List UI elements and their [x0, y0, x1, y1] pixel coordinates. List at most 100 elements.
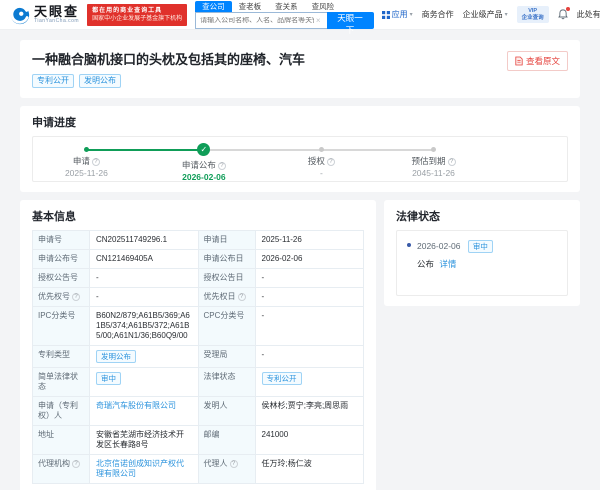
legal-status-detail-link[interactable]: 详情 [439, 259, 456, 269]
view-original-label: 查看原文 [526, 55, 560, 67]
field-value: - [256, 269, 364, 287]
search-area: 查公司 查老板 查关系 查风险 × 天眼一下 [195, 1, 374, 29]
progress-step-publication: ✓ 申请公布? 2026-02-06 [154, 137, 254, 182]
simple-legal-status-badge: 审中 [96, 372, 121, 385]
step-label: 申请 [73, 156, 90, 166]
promo-line2: 国家中小企业发展子基金旗下机构 [92, 15, 182, 23]
field-value: 2026-02-06 [256, 250, 364, 268]
view-original-button[interactable]: 查看原文 [507, 51, 568, 71]
user-menu[interactable]: 此处有... ▾ [577, 9, 600, 20]
info-icon[interactable]: ? [72, 460, 80, 468]
field-label-text: 代理人 [204, 459, 228, 468]
agency-link[interactable]: 北京信诺创成知识产权代理有限公司 [96, 459, 184, 478]
notification-bell[interactable] [558, 9, 568, 20]
search-input-wrap: × [195, 12, 326, 29]
search-tabs: 查公司 查老板 查关系 查风险 [195, 1, 374, 12]
nav-cooperation[interactable]: 商务合作 [422, 9, 454, 20]
field-label: 代理人? [199, 455, 256, 483]
nav-enterprise[interactable]: 企业级产品 ▾ [463, 9, 508, 20]
field-value: - [256, 288, 364, 306]
field-label: 优先权号? [33, 288, 90, 306]
clear-icon[interactable]: × [314, 16, 323, 25]
check-circle-icon: ✓ [197, 143, 210, 156]
info-icon[interactable]: ? [218, 162, 226, 170]
search-tab-risk[interactable]: 查风险 [305, 1, 342, 12]
field-value: 2025-11-26 [256, 231, 364, 249]
timeline-dot [84, 147, 89, 152]
step-date: 2045-11-26 [384, 168, 484, 178]
info-icon[interactable]: ? [327, 158, 335, 166]
applicant-link[interactable]: 奇瑞汽车股份有限公司 [96, 401, 176, 410]
info-icon[interactable]: ? [238, 293, 246, 301]
table-row: 申请公布号 CN121469405A 申请公布日 2026-02-06 [33, 250, 363, 269]
document-icon [515, 56, 523, 66]
basic-info-table: 申请号 CN202511749296.1 申请日 2025-11-26 申请公布… [32, 230, 364, 484]
field-value: 奇瑞汽车股份有限公司 [90, 397, 199, 425]
field-label: 申请（专利权）人 [33, 397, 90, 425]
tianyancha-logo[interactable]: 天眼查 TianYanCha.com [10, 5, 79, 25]
field-label: 专利类型 [33, 346, 90, 367]
field-value: - [90, 269, 199, 287]
notification-dot [566, 7, 570, 11]
step-label: 预估到期 [411, 156, 445, 166]
apps-grid-icon [382, 11, 390, 19]
field-label: IPC分类号 [33, 307, 90, 345]
field-value: 任万玲;杨仁波 [256, 455, 364, 483]
field-label: 受理局 [199, 346, 256, 367]
table-row: 申请（专利权）人 奇瑞汽车股份有限公司 发明人 侯林杉;贾宁;李亮;周思雨 [33, 397, 363, 426]
legal-status-date: 2026-02-06 [417, 241, 460, 251]
logo-subtext: TianYanCha.com [34, 19, 79, 24]
table-row: 代理机构? 北京信诺创成知识产权代理有限公司 代理人? 任万玲;杨仁波 [33, 455, 363, 484]
step-label: 授权 [308, 156, 325, 166]
header-nav: 应用 ▾ 商务合作 企业级产品 ▾ VIP 企业查询 此处有... ▾ [382, 6, 600, 23]
vip-badge[interactable]: VIP 企业查询 [517, 6, 549, 23]
field-value: - [256, 307, 364, 345]
nav-apps[interactable]: 应用 ▾ [382, 9, 413, 20]
patent-detail-page: 一种融合脑机接口的头枕及包括其的座椅、汽车 查看原文 专利公开 发明公布 申请进… [0, 30, 600, 490]
legal-status-tag: 审中 [468, 240, 493, 253]
step-date: - [271, 168, 371, 178]
field-value: 发明公布 [90, 346, 199, 367]
field-label-text: 代理机构 [38, 459, 70, 468]
field-label: 地址 [33, 426, 90, 454]
user-menu-label: 此处有... [577, 9, 600, 20]
table-row: 地址 安徽省芜湖市经济技术开发区长春路8号 邮编 241000 [33, 426, 363, 455]
field-label-text: 优先权日 [204, 292, 236, 301]
table-row: 授权公告号 - 授权公告日 - [33, 269, 363, 288]
table-row: IPC分类号 B60N2/879;A61B5/369;A61B5/374;A61… [33, 307, 363, 346]
field-label: 简单法律状态 [33, 368, 90, 396]
legal-status-action: 公布 [417, 259, 434, 269]
field-value: 侯林杉;贾宁;李亮;周思雨 [256, 397, 364, 425]
field-label: 申请公布号 [33, 250, 90, 268]
field-value: B60N2/879;A61B5/369;A61B5/374;A61B5/372;… [90, 307, 199, 345]
search-input[interactable] [200, 17, 314, 24]
section-title-basic-info: 基本信息 [32, 208, 364, 224]
search-tab-boss[interactable]: 查老板 [232, 1, 269, 12]
search-button[interactable]: 天眼一下 [327, 12, 374, 29]
field-value: - [90, 288, 199, 306]
section-title-legal-status: 法律状态 [396, 208, 568, 224]
nav-cooperation-label: 商务合作 [422, 9, 454, 20]
info-icon[interactable]: ? [92, 158, 100, 166]
patent-title-card: 一种融合脑机接口的头枕及包括其的座椅、汽车 查看原文 专利公开 发明公布 [20, 40, 580, 98]
promo-badge: 都在用的商业查询工具 国家中小企业发展子基金旗下机构 [87, 4, 187, 26]
nav-enterprise-label: 企业级产品 [463, 9, 503, 20]
legal-status-badge: 专利公开 [262, 372, 302, 385]
vip-badge-line2: 企业查询 [522, 15, 544, 22]
basic-info-section: 基本信息 申请号 CN202511749296.1 申请日 2025-11-26… [20, 200, 376, 490]
field-value: 安徽省芜湖市经济技术开发区长春路8号 [90, 426, 199, 454]
info-icon[interactable]: ? [448, 158, 456, 166]
search-tab-company[interactable]: 查公司 [195, 1, 232, 12]
field-label: 邮编 [199, 426, 256, 454]
timeline-dot [319, 147, 324, 152]
progress-step-apply: 申请? 2025-11-26 [36, 137, 136, 178]
info-icon[interactable]: ? [230, 460, 238, 468]
step-label: 申请公布 [182, 160, 216, 170]
info-icon[interactable]: ? [72, 293, 80, 301]
legal-status-entry: 2026-02-06 审中 公布 详情 [407, 240, 557, 270]
bullet-icon [407, 243, 411, 247]
field-label: 申请日 [199, 231, 256, 249]
step-date: 2026-02-06 [154, 172, 254, 182]
search-tab-relation[interactable]: 查关系 [268, 1, 305, 12]
field-label: 授权公告号 [33, 269, 90, 287]
